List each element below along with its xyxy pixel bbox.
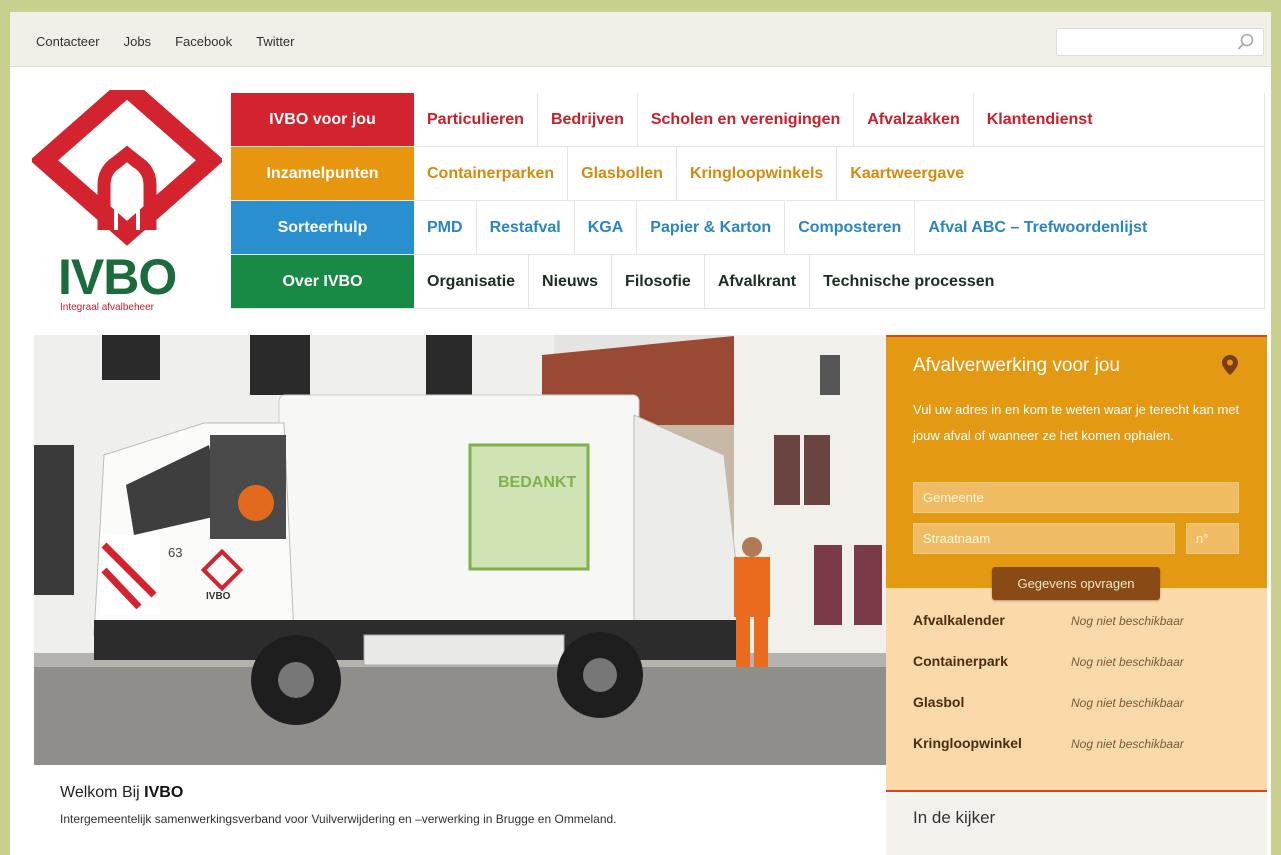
info-label: Afvalkalender: [913, 612, 1005, 628]
top-link-twitter[interactable]: Twitter: [256, 34, 294, 49]
welcome-prefix: Welkom Bij: [60, 784, 145, 801]
info-label: Containerpark: [913, 653, 1008, 669]
list-item: Kringloopwinkel Nog niet beschikbaar: [886, 735, 1267, 776]
nav-item-restafval[interactable]: Restafval: [477, 201, 575, 254]
nav-row-sorteerhulp: Sorteerhulp PMD Restafval KGA Papier & K…: [231, 201, 1265, 255]
nav-item-organisatie[interactable]: Organisatie: [414, 255, 530, 308]
nav-item-afval-abc[interactable]: Afval ABC – Trefwoordenlijst: [915, 201, 1160, 254]
nav-item-glasbollen[interactable]: Glasbollen: [568, 147, 677, 200]
truck-number-text: 63: [168, 545, 182, 560]
address-sidebar: Afvalverwerking voor jou Vul uw adres in…: [886, 335, 1267, 855]
nav-item-kringloopwinkels[interactable]: Kringloopwinkels: [677, 147, 838, 200]
logo-wordmark: IVBO: [58, 249, 177, 305]
collection-info-list: Afvalkalender Nog niet beschikbaar Conta…: [886, 588, 1267, 790]
truck-banner-text: BEDANKT: [498, 474, 576, 491]
nav-item-pmd[interactable]: PMD: [414, 201, 477, 254]
address-lookup-panel: Afvalverwerking voor jou Vul uw adres in…: [886, 335, 1267, 588]
nav-items: PMD Restafval KGA Papier & Karton Compos…: [414, 201, 1265, 254]
nav-category-inzamelpunten[interactable]: Inzamelpunten: [231, 147, 414, 200]
nav-category-sorteerhulp[interactable]: Sorteerhulp: [231, 201, 414, 254]
page-frame: Contacteer Jobs Facebook Twitter IVBO In…: [10, 12, 1271, 855]
welcome-subtitle: Intergemeentelijk samenwerkingsverband v…: [60, 812, 617, 826]
nav-item-kaartweergave[interactable]: Kaartweergave: [837, 147, 977, 200]
main-navigation: IVBO voor jou Particulieren Bedrijven Sc…: [231, 93, 1265, 309]
nav-category-over-ivbo[interactable]: Over IVBO: [231, 255, 414, 308]
info-value: Nog niet beschikbaar: [1071, 696, 1184, 710]
top-link-facebook[interactable]: Facebook: [175, 34, 232, 49]
spotlight-heading: In de kijker: [886, 790, 1267, 855]
nav-item-afvalkrant[interactable]: Afvalkrant: [705, 255, 811, 308]
truck-brand-text: IVBO: [206, 591, 231, 602]
top-bar: Contacteer Jobs Facebook Twitter: [10, 12, 1271, 67]
welcome-heading: Welkom Bij IVBO: [60, 784, 617, 802]
nav-item-kga[interactable]: KGA: [575, 201, 638, 254]
fetch-data-button[interactable]: Gegevens opvragen: [992, 567, 1160, 600]
street-field[interactable]: Straatnaam: [913, 523, 1175, 554]
nav-item-afvalzakken[interactable]: Afvalzakken: [854, 93, 974, 146]
ivbo-logo[interactable]: IVBO Integraal afvalbeheer: [32, 90, 222, 320]
search-box: [1056, 28, 1264, 56]
top-link-jobs[interactable]: Jobs: [124, 34, 151, 49]
logo-tagline: Integraal afvalbeheer: [60, 302, 154, 313]
logo-mark-icon: [32, 90, 222, 246]
house-number-field[interactable]: n°: [1186, 523, 1239, 554]
nav-item-nieuws[interactable]: Nieuws: [529, 255, 613, 308]
info-value: Nog niet beschikbaar: [1071, 737, 1184, 751]
nav-row-inzamelpunten: Inzamelpunten Containerparken Glasbollen…: [231, 147, 1265, 201]
info-label: Glasbol: [913, 694, 965, 710]
nav-item-particulieren[interactable]: Particulieren: [414, 93, 538, 146]
nav-item-containerparken[interactable]: Containerparken: [414, 147, 569, 200]
search-icon[interactable]: [1237, 33, 1255, 51]
municipality-field[interactable]: Gemeente: [913, 482, 1239, 513]
welcome-section: Welkom Bij IVBO Intergemeentelijk samenw…: [60, 784, 617, 826]
nav-item-scholen[interactable]: Scholen en verenigingen: [638, 93, 855, 146]
top-links: Contacteer Jobs Facebook Twitter: [36, 34, 294, 49]
nav-item-technische-processen[interactable]: Technische processen: [810, 255, 1007, 308]
list-item: Containerpark Nog niet beschikbaar: [886, 653, 1267, 694]
search-input[interactable]: [1057, 29, 1227, 55]
info-value: Nog niet beschikbaar: [1071, 655, 1184, 669]
nav-item-filosofie[interactable]: Filosofie: [612, 255, 705, 308]
sidebar-title: Afvalverwerking voor jou: [913, 355, 1120, 376]
nav-item-bedrijven[interactable]: Bedrijven: [538, 93, 638, 146]
nav-item-composteren[interactable]: Composteren: [785, 201, 916, 254]
sidebar-description: Vul uw adres in en kom te weten waar je …: [913, 402, 1240, 443]
list-item: Afvalkalender Nog niet beschikbaar: [886, 612, 1267, 653]
nav-item-papier-karton[interactable]: Papier & Karton: [637, 201, 786, 254]
welcome-brand: IVBO: [144, 784, 184, 801]
location-pin-icon: [1222, 355, 1238, 375]
nav-item-klantendienst[interactable]: Klantendienst: [974, 93, 1106, 146]
info-value: Nog niet beschikbaar: [1071, 614, 1184, 628]
nav-items: Containerparken Glasbollen Kringloopwink…: [414, 147, 1265, 200]
nav-category-ivbo-voor-jou[interactable]: IVBO voor jou: [231, 93, 414, 146]
info-label: Kringloopwinkel: [913, 735, 1022, 751]
nav-items: Particulieren Bedrijven Scholen en veren…: [414, 93, 1265, 146]
nav-row-ivbo-voor-jou: IVBO voor jou Particulieren Bedrijven Sc…: [231, 93, 1265, 147]
hero-image: BEDANKT IVBO 63: [34, 335, 886, 765]
list-item: Glasbol Nog niet beschikbaar: [886, 694, 1267, 735]
nav-items: Organisatie Nieuws Filosofie Afvalkrant …: [414, 255, 1265, 308]
nav-row-over-ivbo: Over IVBO Organisatie Nieuws Filosofie A…: [231, 255, 1265, 309]
top-link-contacteer[interactable]: Contacteer: [36, 34, 100, 49]
